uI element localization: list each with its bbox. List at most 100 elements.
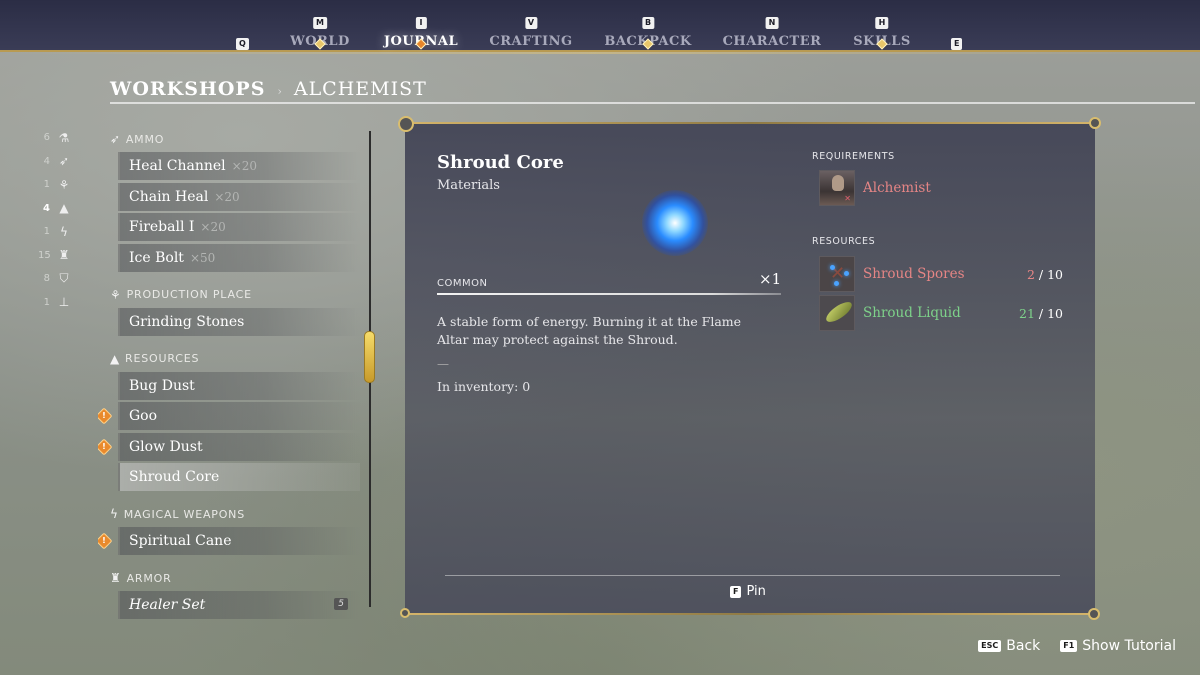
alchemist-portrait-icon (819, 170, 855, 206)
item-label: Goo (129, 408, 158, 424)
list-item[interactable]: Bug Dust (118, 371, 360, 400)
count-badge: 5 (334, 598, 348, 610)
rail-count: 4 (43, 202, 50, 214)
panel-top-border (405, 122, 1095, 124)
show-tutorial-button[interactable]: F1 Show Tutorial (1060, 638, 1176, 654)
shroud-liquid-icon (819, 295, 855, 331)
tab-character[interactable]: N CHARACTER (723, 10, 822, 49)
section-production-place: ⚘ PRODUCTION PLACE (98, 282, 360, 308)
potion-icon: ⚗ (58, 130, 70, 145)
list-item[interactable]: ! Goo (98, 402, 360, 430)
rail-count: 15 (38, 249, 51, 261)
keycap-e: E (951, 38, 963, 50)
rail-item-magical-weapons[interactable]: 1ϟ (38, 220, 78, 244)
rail-count: 1 (43, 296, 50, 308)
list-item[interactable]: Chain Heal ×20 (118, 182, 360, 211)
arrow-icon: ➶ (110, 132, 121, 146)
requirement-name: Alchemist (863, 180, 931, 196)
armor-icon: ♜ (58, 248, 70, 263)
item-qty: ×20 (214, 189, 240, 204)
list-item[interactable]: Healer Set 5 (118, 591, 360, 619)
list-item[interactable]: Heal Channel ×20 (118, 152, 360, 180)
requirement-alchemist: Alchemist (819, 170, 1069, 206)
arrow-icon: ➶ (58, 154, 70, 169)
nav-next-key[interactable]: E (951, 31, 963, 50)
item-qty: ×20 (200, 220, 226, 234)
alert-icon: ! (98, 438, 113, 455)
section-ammo: ➶ AMMO (98, 126, 360, 152)
resource-name: Shroud Spores (863, 266, 965, 282)
keycap-q: Q (236, 38, 249, 50)
item-category: Materials (437, 178, 500, 193)
section-title: RESOURCES (125, 352, 200, 365)
shroud-spores-icon (819, 256, 855, 292)
item-label: Bug Dust (129, 377, 195, 394)
breadcrumb: WORKSHOPS › ALCHEMIST (110, 78, 1195, 104)
alert-icon: ! (98, 407, 113, 425)
keycap: N (765, 17, 779, 29)
resource-count: 21 / 10 (1019, 305, 1063, 321)
ornament-knob-icon (1089, 117, 1101, 129)
section-title: AMMO (125, 132, 165, 146)
pin-label: Pin (746, 584, 766, 599)
rail-item-resources[interactable]: 4 ▲ (38, 197, 78, 221)
rail-item-apron[interactable]: 8 ⛉ (38, 267, 78, 291)
list-item-selected[interactable]: Shroud Core (118, 463, 360, 491)
keycap: M (313, 17, 327, 29)
rarity-divider (437, 293, 781, 295)
item-rarity: COMMON (437, 278, 488, 289)
breadcrumb-chevron-icon: › (277, 85, 282, 98)
rail-count: 8 (43, 273, 50, 285)
resource-row: Shroud Liquid 21 / 10 (819, 295, 1069, 331)
category-rail: 6 ⚗ 4 ➶ 1 ⚘ 4 ▲ 1ϟ 15 ♜ 8 ⛉ 1 ⊥ (38, 126, 78, 314)
keycap-f1: F1 (1060, 640, 1078, 652)
pin-divider (445, 575, 1060, 576)
rail-count: 1 (43, 179, 50, 191)
section-title: PRODUCTION PLACE (126, 288, 252, 301)
rail-item-ammo[interactable]: 4 ➶ (38, 150, 78, 174)
item-label: Heal Channel (129, 158, 226, 174)
nav-prev-key[interactable]: Q (236, 31, 249, 50)
list-item[interactable]: Ice Bolt ×50 (118, 243, 360, 272)
item-label: Spiritual Cane (129, 533, 232, 549)
item-label: Healer Set (129, 597, 206, 613)
section-resources: ▲ RESOURCES (98, 346, 360, 372)
breadcrumb-workshops[interactable]: WORKSHOPS (110, 78, 265, 100)
rail-item-production[interactable]: 1 ⚘ (38, 173, 78, 197)
description-divider: — (437, 357, 449, 371)
list-item[interactable]: Fireball I ×20 (118, 213, 360, 241)
item-label: Grinding Stones (129, 313, 245, 330)
resource-count: 2 / 10 (1026, 266, 1063, 282)
section-armor: ♜ ARMOR (98, 565, 360, 591)
tutorial-label: Show Tutorial (1082, 638, 1176, 654)
anvil-icon: ⊥ (58, 295, 70, 310)
rail-item-anvil[interactable]: 1 ⊥ (38, 291, 78, 315)
section-title: MAGICAL WEAPONS (123, 507, 245, 521)
scrollbar-thumb[interactable] (364, 331, 375, 383)
production-icon: ⚘ (58, 177, 70, 192)
back-label: Back (1006, 638, 1041, 654)
item-label: Ice Bolt (129, 249, 184, 266)
tab-label: CRAFTING (489, 34, 573, 49)
tab-label: CHARACTER (722, 34, 822, 49)
resource-row: Shroud Spores 2 / 10 (819, 256, 1069, 292)
rail-item-potions[interactable]: 6 ⚗ (38, 126, 78, 150)
alert-icon: ! (98, 532, 113, 550)
item-label: Fireball I (129, 219, 195, 235)
keycap: I (415, 17, 427, 29)
list-item[interactable]: ! Glow Dust (98, 432, 360, 461)
list-item[interactable]: ! Spiritual Cane (98, 527, 360, 555)
rail-item-armor[interactable]: 15 ♜ (38, 244, 78, 268)
resources-heading: RESOURCES (812, 236, 876, 247)
back-button[interactable]: ESC Back (978, 638, 1040, 654)
item-multiplier: ×1 (759, 270, 782, 288)
resource-name: Shroud Liquid (863, 305, 961, 321)
list-item[interactable]: Grinding Stones (118, 307, 360, 336)
tab-crafting[interactable]: V CRAFTING (489, 10, 572, 49)
rail-count: 1 (43, 226, 50, 238)
item-qty: ×20 (231, 159, 257, 173)
magic-icon: ϟ (110, 507, 119, 521)
top-nav-bar: Q M WORLD I JOURNAL V CRAFTING B BACKPAC… (0, 0, 1200, 54)
item-label: Glow Dust (129, 438, 203, 455)
pin-button[interactable]: F Pin (730, 584, 766, 599)
